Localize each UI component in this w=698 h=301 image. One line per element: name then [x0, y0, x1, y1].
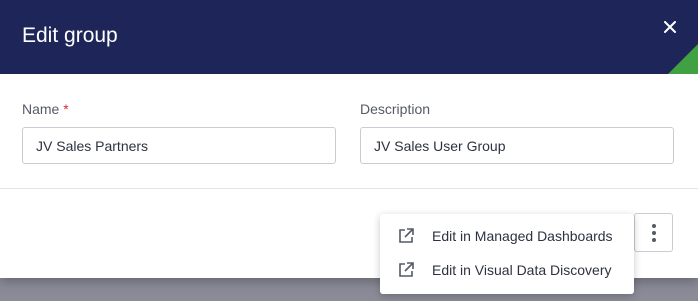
menu-item-edit-visual-data-discovery[interactable]: Edit in Visual Data Discovery	[380, 252, 634, 288]
dialog-title: Edit group	[22, 24, 118, 47]
more-vertical-icon	[651, 223, 656, 242]
close-icon	[664, 21, 676, 33]
menu-item-label: Edit in Visual Data Discovery	[432, 262, 612, 278]
name-label-text: Name	[22, 101, 60, 117]
corner-accent	[668, 44, 698, 74]
required-mark: *	[63, 101, 69, 117]
close-button[interactable]	[656, 14, 684, 40]
more-actions-button[interactable]	[634, 213, 673, 252]
menu-item-label: Edit in Managed Dashboards	[432, 228, 613, 244]
footer-divider	[0, 188, 698, 189]
menu-item-edit-managed-dashboards[interactable]: Edit in Managed Dashboards	[380, 218, 634, 254]
description-input[interactable]	[360, 127, 674, 164]
external-link-icon	[399, 262, 414, 277]
dialog-header: Edit group	[0, 0, 698, 74]
actions-menu: Edit in Managed Dashboards Edit in Visua…	[380, 214, 634, 294]
name-label: Name *	[22, 101, 69, 117]
description-label: Description	[360, 101, 431, 117]
name-input[interactable]	[22, 127, 336, 164]
external-link-icon	[399, 228, 414, 243]
